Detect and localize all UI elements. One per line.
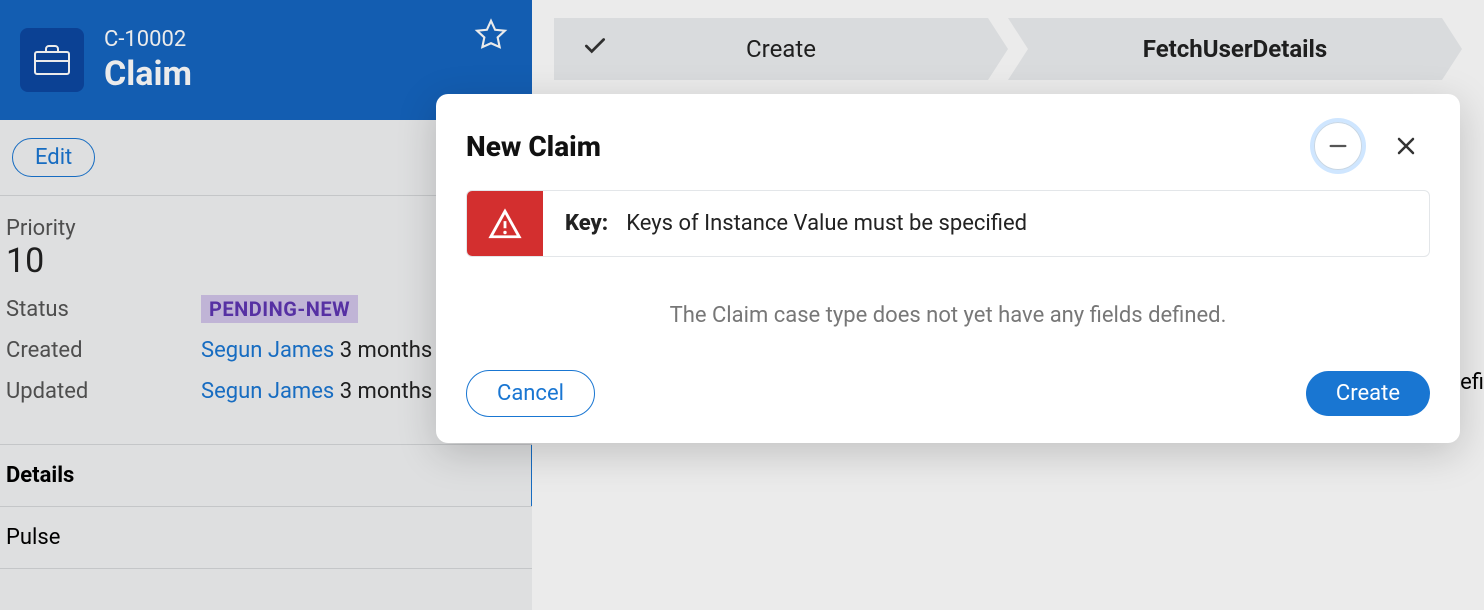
modal-title: New Claim [466,130,601,163]
warning-icon [467,191,543,256]
new-claim-modal: New Claim Key: Keys of Instance Value mu… [436,94,1460,443]
minimize-icon [1327,135,1349,157]
create-button[interactable]: Create [1306,371,1430,416]
error-message: Keys of Instance Value must be specified [626,211,1027,236]
error-key-label: Key: [565,211,608,236]
cancel-button[interactable]: Cancel [466,370,595,417]
minimize-button[interactable] [1314,122,1362,170]
error-alert: Key: Keys of Instance Value must be spec… [466,190,1430,257]
modal-body-message: The Claim case type does not yet have an… [466,303,1430,328]
close-icon [1394,134,1418,158]
close-button[interactable] [1382,122,1430,170]
